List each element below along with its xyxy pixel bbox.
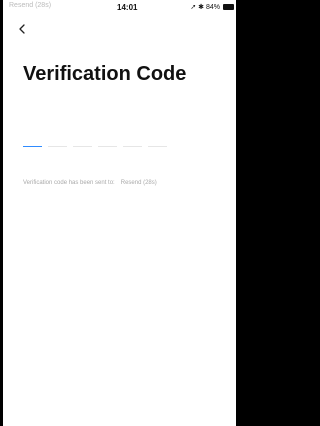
code-slot-2[interactable]	[48, 140, 67, 147]
status-indicators: ➚ ✱ 84%	[190, 3, 234, 11]
code-sent-info: Verification code has been sent to: Rese…	[23, 180, 157, 186]
status-time: 14:01	[117, 3, 138, 12]
back-button[interactable]	[17, 22, 29, 36]
chevron-left-icon	[19, 24, 25, 34]
status-bar: Resend (28s) 14:01 ➚ ✱ 84%	[3, 0, 236, 16]
code-slot-6[interactable]	[148, 140, 167, 147]
code-slot-4[interactable]	[98, 140, 117, 147]
code-slot-3[interactable]	[73, 140, 92, 147]
page-title: Verification Code	[23, 63, 187, 85]
code-slot-5[interactable]	[123, 140, 142, 147]
code-slot-1[interactable]	[23, 140, 42, 147]
status-ghost-text: Resend (28s)	[9, 2, 52, 9]
screen: Resend (28s) 14:01 ➚ ✱ 84% Verification …	[3, 0, 236, 426]
verification-code-input[interactable]	[23, 140, 167, 147]
status-indicators-text: ➚ ✱ 84%	[190, 4, 220, 11]
resend-button[interactable]: Resend (28s)	[121, 180, 157, 186]
battery-icon	[223, 4, 234, 10]
code-sent-label: Verification code has been sent to:	[23, 180, 115, 186]
